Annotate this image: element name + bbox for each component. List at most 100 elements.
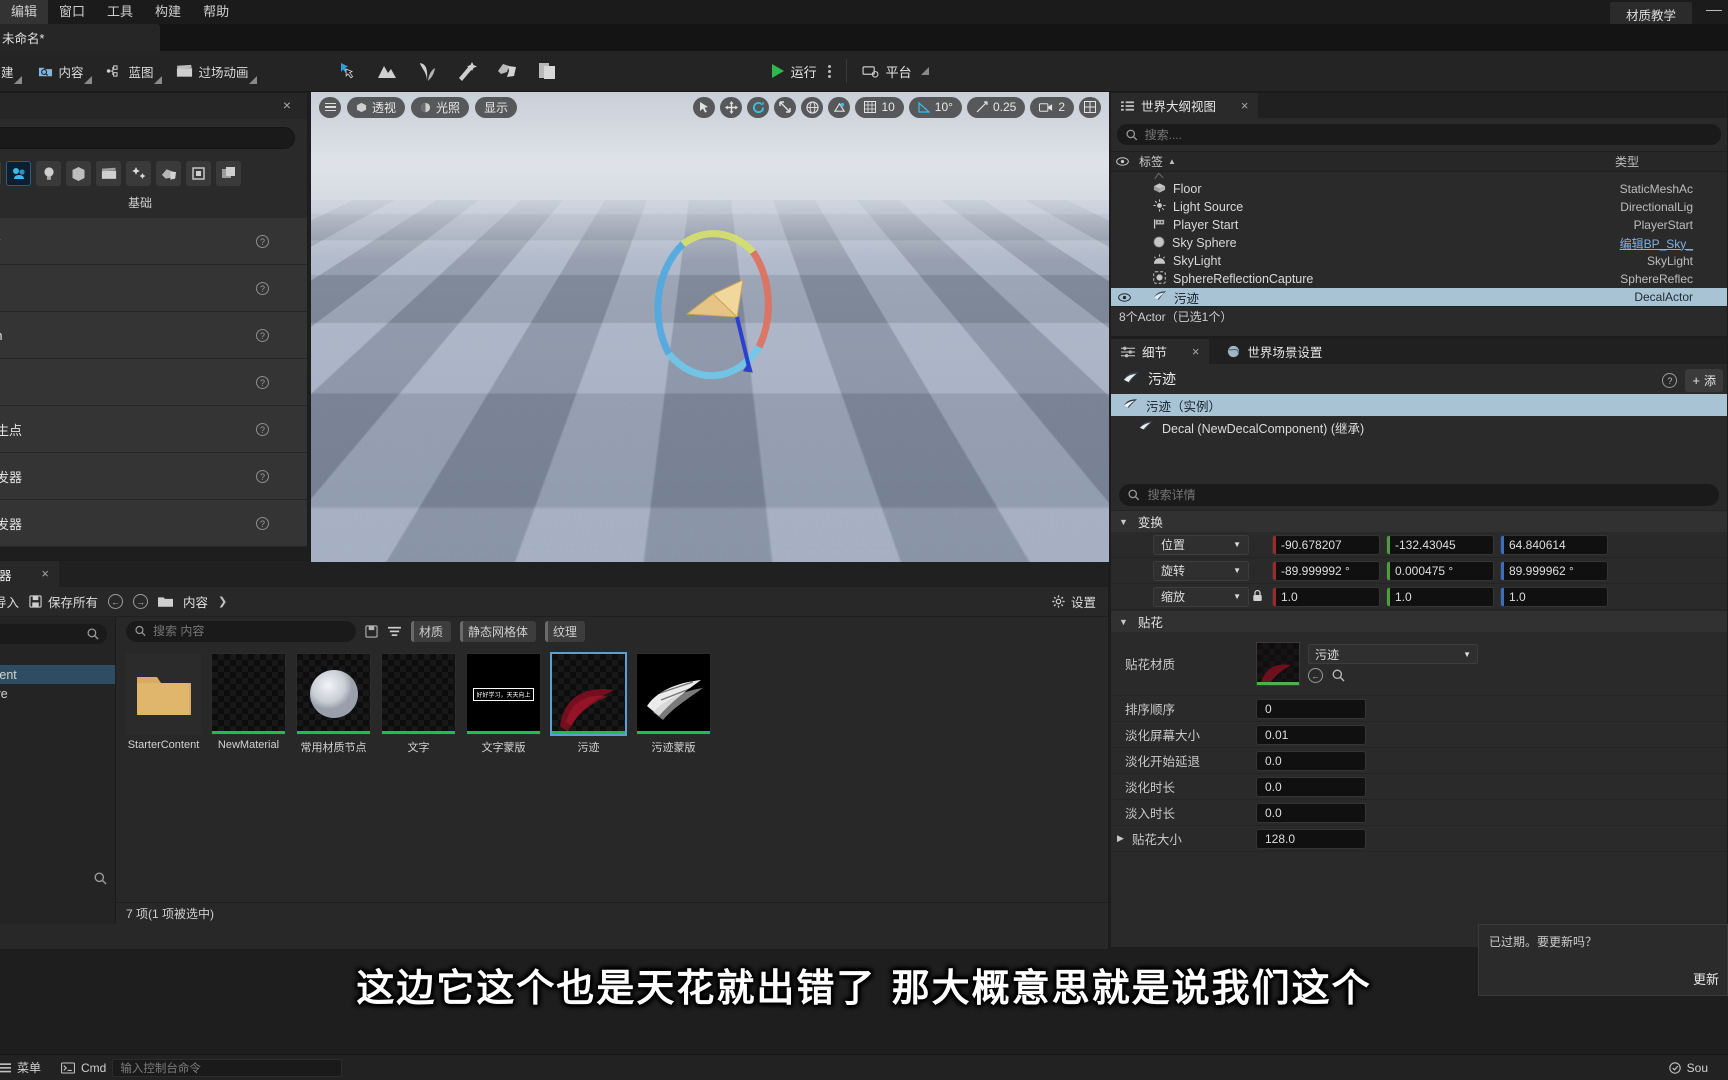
fade-duration-field[interactable]: 0.0 [1256, 776, 1366, 797]
shapes-icon[interactable] [66, 161, 91, 186]
project-tab[interactable]: 未命名* [0, 24, 160, 51]
breadcrumb[interactable]: 内容 [183, 592, 208, 611]
help-icon[interactable]: ? [256, 281, 269, 295]
tree-node-textures[interactable]: res [0, 830, 115, 849]
location-y-field[interactable]: -132.43045 [1386, 534, 1494, 555]
filter-chip-static-mesh[interactable]: 静态网格体 [460, 620, 537, 642]
content-search-input[interactable] [152, 624, 347, 638]
decal-material-thumbnail[interactable] [1256, 641, 1300, 686]
move-tool-icon[interactable] [720, 96, 743, 118]
blueprint-button[interactable]: 蓝图 [97, 58, 163, 85]
filter-chip-material[interactable]: 材质 [411, 620, 452, 642]
menu-item-tools[interactable]: 工具 [96, 0, 144, 24]
select-mode-icon[interactable] [336, 60, 358, 82]
import-button[interactable]: 导入 [0, 592, 19, 611]
content-button[interactable]: 内容 [29, 58, 93, 85]
help-icon[interactable]: ? [256, 328, 269, 342]
rotation-y-field[interactable]: 0.000475 ° [1386, 560, 1494, 581]
asset-tile-common-material-nodes[interactable]: 常用材质节点 [296, 653, 371, 755]
foliage-mode-icon[interactable] [416, 60, 438, 82]
surface-snap-icon[interactable] [828, 96, 851, 118]
cinematic-button[interactable]: 过场动画 [167, 58, 258, 85]
place-actor-item-light[interactable]: 光源 ? [0, 359, 307, 406]
lock-icon[interactable] [1249, 589, 1265, 605]
table-row[interactable]: Player Start PlayerStart [1111, 216, 1727, 234]
content-search[interactable] [126, 620, 356, 642]
place-actor-item-character[interactable]: 角色 ? [0, 265, 307, 312]
tree-footer-search-icon[interactable] [94, 872, 107, 888]
outliner-col-type[interactable]: 类型 [1615, 153, 1643, 170]
asset-tile-newmaterial[interactable]: NewMaterial [211, 653, 286, 755]
scale-snap-button[interactable]: 0.25 [966, 96, 1026, 118]
play-label[interactable]: 运行 [791, 62, 817, 81]
menu-item-window[interactable]: 窗口 [48, 0, 96, 24]
add-component-button[interactable]: + 添 [1685, 369, 1723, 392]
tree-node-content[interactable]: Content [0, 665, 115, 684]
lighting-button[interactable]: 光照 [411, 96, 470, 118]
table-row-selected[interactable]: 污迹 DecalActor [1111, 288, 1727, 306]
cinematic-icon[interactable] [96, 161, 121, 186]
details-search-input[interactable] [1147, 488, 1710, 502]
outliner-col-label[interactable]: 标签 [1139, 153, 1163, 170]
location-combo[interactable]: 位置 ▼ [1153, 534, 1249, 555]
decal-material-dropdown[interactable]: 污迹 ▼ [1308, 644, 1478, 664]
all-classes-icon[interactable] [216, 161, 241, 186]
rotate-tool-icon[interactable] [747, 96, 770, 118]
tab-world-outliner[interactable]: 世界大纲视图 × [1111, 93, 1259, 118]
volumes-icon[interactable] [186, 161, 211, 186]
geometry-icon[interactable] [156, 161, 181, 186]
location-x-field[interactable]: -90.678207 [1272, 534, 1380, 555]
angle-snap-button[interactable]: 10° [908, 96, 962, 118]
component-row-decal[interactable]: Decal (NewDecalComponent) (继承) [1111, 416, 1727, 438]
search-icon[interactable] [1331, 668, 1346, 683]
table-row[interactable]: Floor StaticMeshAc [1111, 180, 1727, 198]
rotation-z-field[interactable]: 89.999962 ° [1500, 560, 1608, 581]
section-decal[interactable]: ▼ 贴花 [1111, 610, 1727, 632]
help-icon[interactable]: ? [256, 516, 269, 530]
camera-speed-button[interactable]: 2 [1030, 96, 1074, 118]
save-search-icon[interactable] [365, 624, 378, 638]
source-control-status[interactable]: Sou [1659, 1061, 1718, 1075]
chevron-right-icon[interactable]: ❯ [218, 595, 227, 608]
fracture-icon[interactable] [496, 60, 518, 82]
tree-node-architecture[interactable]: ecture [0, 684, 115, 703]
close-icon[interactable]: × [283, 98, 291, 112]
place-actor-item-player-start[interactable]: 家出生点 ? [0, 406, 307, 453]
details-search[interactable] [1119, 484, 1719, 506]
save-all-button[interactable]: 保存所有 [29, 592, 98, 611]
help-icon[interactable]: ? [256, 469, 269, 483]
scale-z-field[interactable]: 1.0 [1500, 586, 1608, 607]
section-transform[interactable]: ▼ 变换 [1111, 510, 1727, 532]
menu-item-help[interactable]: 帮助 [192, 0, 240, 24]
close-icon[interactable]: × [1241, 99, 1248, 113]
lights-icon[interactable] [36, 161, 61, 186]
help-icon[interactable]: ? [1662, 373, 1678, 388]
recent-icon[interactable] [0, 161, 1, 186]
rotation-combo[interactable]: 旋转 ▼ [1153, 560, 1249, 581]
scale-x-field[interactable]: 1.0 [1272, 586, 1380, 607]
filter-icon[interactable] [387, 625, 402, 638]
outliner-search-input[interactable] [1144, 127, 1712, 142]
asset-tile-text-material[interactable]: 文字 [381, 653, 456, 755]
help-icon[interactable]: ? [256, 422, 269, 436]
tab-details[interactable]: 细节 × [1111, 339, 1210, 364]
rotation-gizmo[interactable] [641, 222, 796, 380]
component-row-root[interactable]: 污迹（实例） [1111, 394, 1727, 416]
forward-icon[interactable]: → [133, 594, 149, 609]
table-row[interactable] [1111, 172, 1727, 180]
tree-node-props[interactable]: es [0, 811, 115, 830]
add-button[interactable]: 建 [0, 58, 23, 85]
tree-node-blueprints[interactable]: rints [0, 712, 115, 731]
outliner-search[interactable] [1117, 124, 1721, 145]
menu-item-build[interactable]: 构建 [144, 0, 192, 24]
show-button[interactable]: 显示 [475, 96, 518, 118]
outliner-row-type[interactable]: 编辑BP_Sky_ [1620, 235, 1697, 252]
play-icon[interactable] [771, 64, 784, 78]
table-row[interactable]: SkyLight SkyLight [1111, 252, 1727, 270]
filter-chip-texture[interactable]: 纹理 [545, 620, 586, 642]
scale-y-field[interactable]: 1.0 [1386, 586, 1494, 607]
decal-size-field[interactable]: 128.0 [1256, 828, 1366, 849]
help-icon[interactable]: ? [256, 375, 269, 389]
close-icon[interactable]: × [1192, 345, 1199, 359]
place-actor-item-trigger-1[interactable]: 体触发器 ? [0, 453, 307, 500]
